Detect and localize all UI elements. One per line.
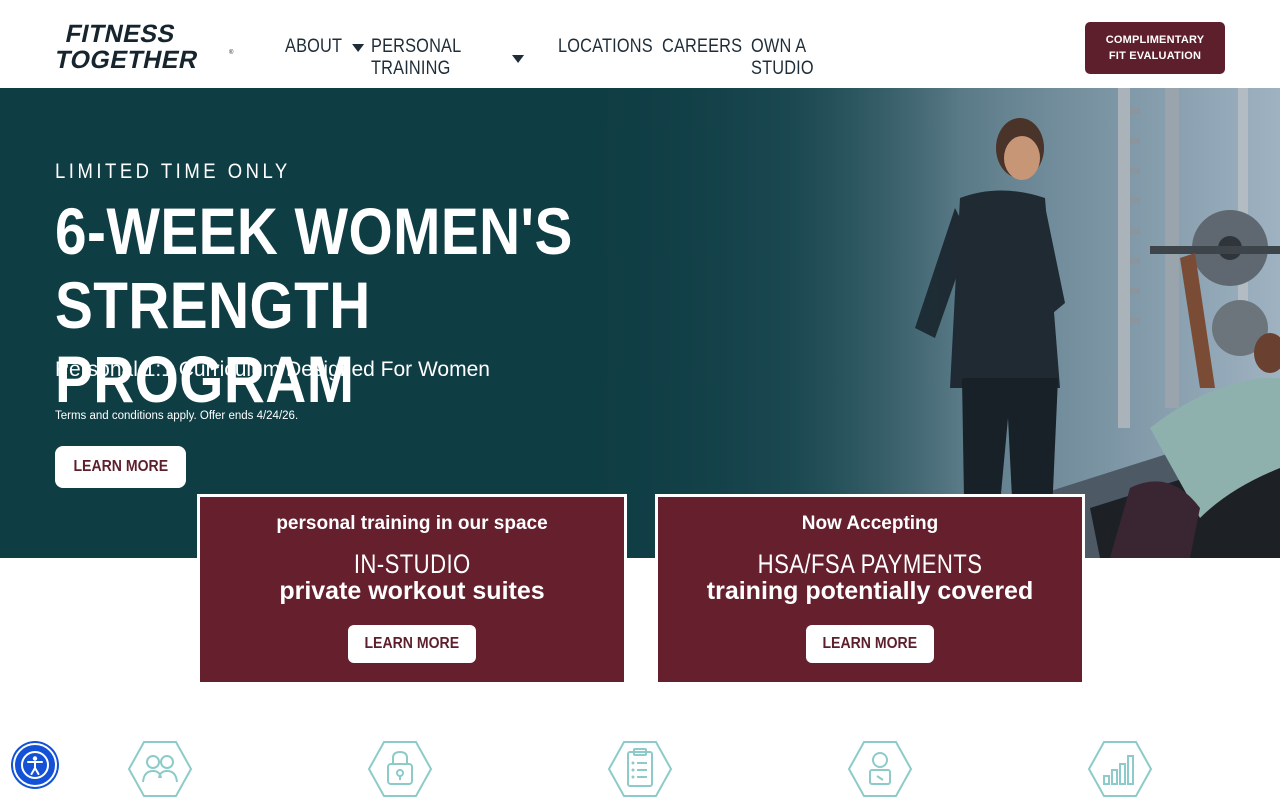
nav-locations-label: LOCATIONS	[558, 36, 653, 57]
hsa-fsa-learn-more-button[interactable]: LEARN MORE	[806, 625, 934, 663]
hero-eyebrow: LIMITED TIME ONLY	[55, 160, 291, 183]
cta-label: COMPLIMENTARY FIT EVALUATION	[1105, 34, 1205, 62]
card-learn-more-label: LEARN MORE	[364, 635, 460, 652]
hero-title: 6-WEEK WOMEN'S STRENGTH PROGRAM	[55, 194, 605, 416]
promo-card-in-studio: personal training in our space IN-STUDIO…	[197, 494, 627, 685]
lock-icon	[367, 740, 433, 798]
bar-chart-icon	[1087, 740, 1153, 798]
nav-personal-training[interactable]: PERSONAL TRAINING	[371, 36, 547, 79]
nav-own-a-studio-label: OWN A STUDIO	[751, 36, 814, 79]
people-icon	[127, 740, 193, 798]
hero-title-line2: STRENGTH PROGRAM	[55, 268, 371, 416]
nav-about-label: ABOUT	[285, 36, 343, 57]
accessibility-icon	[21, 751, 49, 779]
in-studio-learn-more-button[interactable]: LEARN MORE	[348, 625, 476, 663]
nav-personal-training-label: PERSONAL TRAINING	[371, 36, 461, 79]
nav-careers[interactable]: CAREERS	[662, 36, 742, 62]
fitness-together-logo[interactable]: FITNESS TOGETHER ®	[53, 20, 237, 74]
hero-learn-more-label: LEARN MORE	[73, 458, 168, 475]
promo-card-eyebrow: Now Accepting	[801, 513, 939, 534]
complimentary-fit-evaluation-button[interactable]: COMPLIMENTARY FIT EVALUATION	[1085, 22, 1225, 74]
logo-text-line1: FITNESS	[63, 20, 178, 48]
logo-text-line2: TOGETHER	[55, 46, 201, 72]
nav-careers-label: CAREERS	[662, 36, 743, 57]
nav-locations[interactable]: LOCATIONS	[558, 36, 653, 62]
promo-card-headline: HSA/FSA PAYMENTS	[757, 549, 983, 579]
accessibility-button[interactable]	[13, 743, 57, 787]
hero-title-line1: 6-WEEK WOMEN'S	[55, 194, 573, 268]
promo-card-headline: IN-STUDIO	[353, 549, 471, 579]
hero-terms: Terms and conditions apply. Offer ends 4…	[55, 410, 299, 422]
nav-own-a-studio[interactable]: OWN A STUDIO	[751, 36, 859, 79]
promo-card-body: training potentially covered	[706, 577, 1034, 605]
chevron-down-icon	[512, 55, 525, 63]
hero-learn-more-button[interactable]: LEARN MORE	[55, 446, 186, 488]
card-learn-more-label: LEARN MORE	[822, 635, 918, 652]
hero-banner: LIMITED TIME ONLY 6-WEEK WOMEN'S STRENGT…	[0, 88, 1280, 558]
trainer-icon	[847, 740, 913, 798]
promo-card-body: private workout suites	[279, 577, 545, 605]
promo-card-hsa-fsa: Now Accepting HSA/FSA PAYMENTS training …	[655, 494, 1085, 685]
promo-card-eyebrow: personal training in our space	[276, 513, 548, 534]
svg-text:®: ®	[229, 49, 234, 56]
chevron-down-icon	[352, 44, 365, 52]
hero-subtitle: Personal 1:1 Curriculum Designed For Wom…	[55, 358, 490, 381]
clipboard-icon	[607, 740, 673, 798]
nav-about[interactable]: ABOUT	[285, 36, 365, 62]
site-header: FITNESS TOGETHER ® ABOUT PERSONAL TRAINI…	[0, 0, 1280, 88]
